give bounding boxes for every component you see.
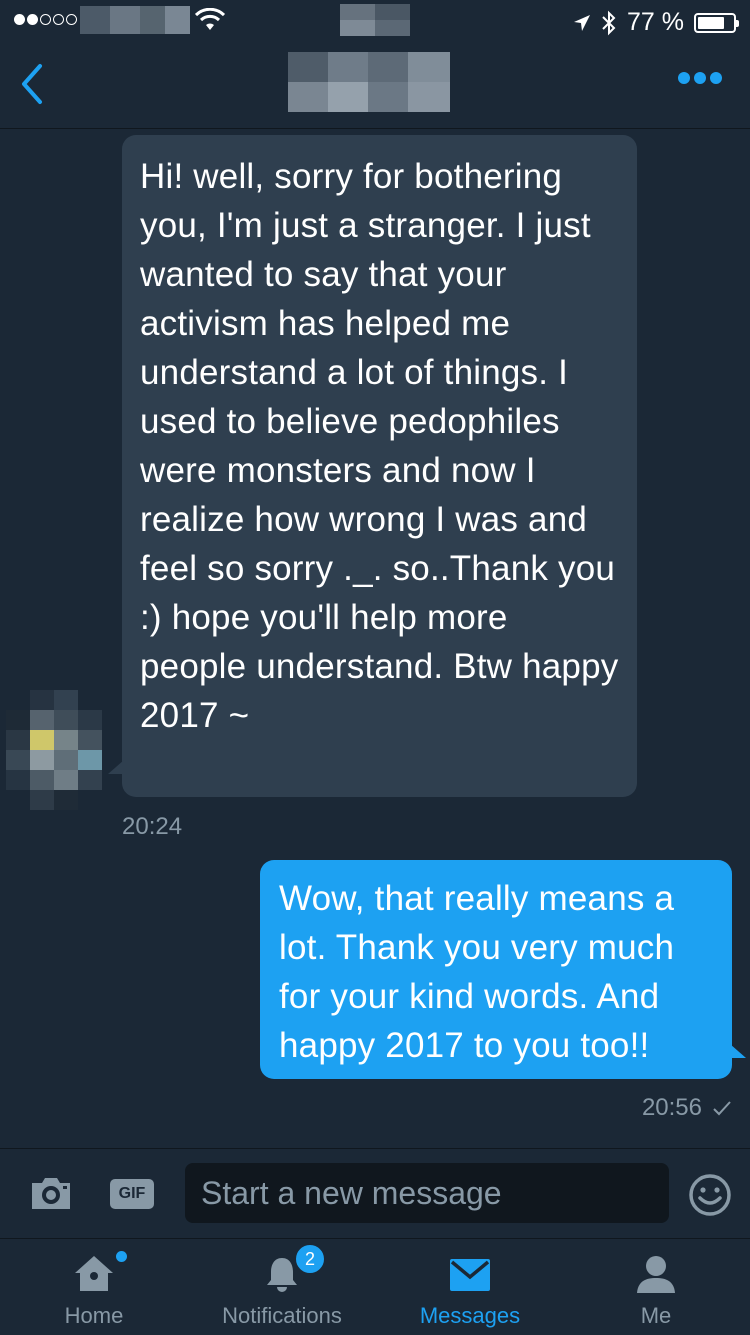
message-input[interactable] <box>185 1163 669 1223</box>
incoming-timestamp: 20:24 <box>122 813 183 840</box>
incoming-bubble-tail <box>108 760 124 774</box>
carrier-name-pixelated <box>80 6 190 34</box>
tab-home[interactable]: Home <box>0 1239 188 1335</box>
emoji-button[interactable] <box>688 1173 732 1217</box>
outgoing-message-bubble[interactable]: Wow, that really means a lot. Thank you … <box>260 860 732 1079</box>
sender-avatar-pixelated[interactable] <box>6 690 102 814</box>
battery-percent: 77 % <box>627 8 684 36</box>
tab-messages[interactable]: Messages <box>376 1239 564 1335</box>
battery-icon <box>694 12 739 33</box>
camera-button[interactable] <box>28 1173 74 1213</box>
tab-bar: Home 2 Notifications Messages Me <box>0 1238 750 1335</box>
tab-notifications[interactable]: 2 Notifications <box>188 1239 376 1335</box>
outgoing-timestamp-row: 20:56 <box>642 1094 732 1122</box>
location-arrow-icon <box>574 14 591 31</box>
camera-icon <box>32 1178 70 1209</box>
nav-bar <box>0 40 750 129</box>
tab-messages-label: Messages <box>419 1303 521 1328</box>
outgoing-bubble-tail <box>730 1044 746 1058</box>
more-options-button[interactable] <box>678 72 722 84</box>
smiley-icon <box>689 1174 731 1216</box>
gif-button[interactable]: GIF <box>110 1179 154 1209</box>
contact-name-pixelated <box>288 52 450 112</box>
tab-me-label: Me <box>640 1303 672 1328</box>
checkmark-icon <box>713 1101 731 1116</box>
compose-bar: GIF <box>0 1148 750 1239</box>
tab-notifications-label: Notifications <box>222 1303 342 1328</box>
outgoing-timestamp: 20:56 <box>641 1094 702 1121</box>
back-button[interactable] <box>10 58 56 110</box>
chevron-left-icon <box>22 64 42 104</box>
status-right: 77 % <box>573 8 739 37</box>
home-new-indicator <box>116 1251 127 1262</box>
clock-pixelated <box>340 4 410 36</box>
person-icon <box>637 1256 675 1293</box>
tab-home-label: Home <box>64 1303 124 1328</box>
home-icon <box>75 1256 113 1291</box>
wifi-icon <box>195 8 225 30</box>
notification-badge: 2 <box>294 1243 326 1275</box>
signal-strength-icon <box>14 14 77 25</box>
envelope-icon <box>450 1259 490 1291</box>
tab-me[interactable]: Me <box>562 1239 750 1335</box>
incoming-message-bubble[interactable]: Hi! well, sorry for bothering you, I'm j… <box>122 135 637 797</box>
status-bar: 77 % <box>0 0 750 40</box>
bluetooth-icon <box>602 10 616 35</box>
